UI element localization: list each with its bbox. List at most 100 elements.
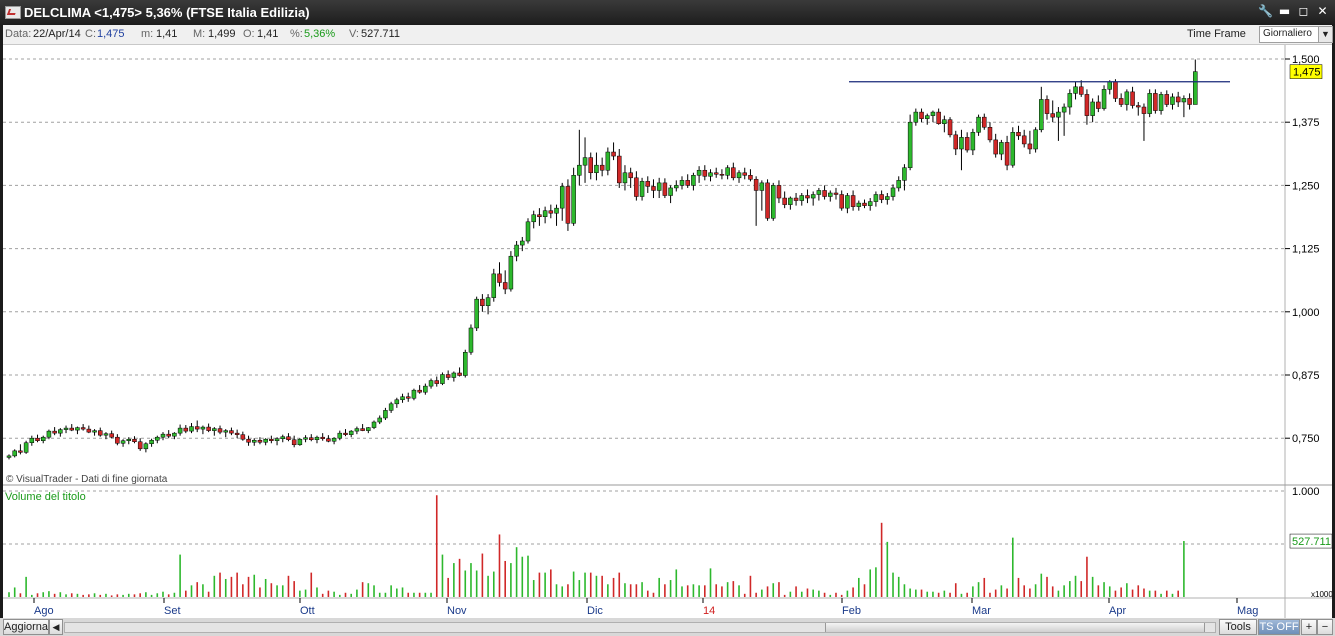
volume-bar	[584, 572, 586, 597]
candle-body	[1056, 111, 1061, 118]
candle-body	[251, 439, 257, 443]
volume-bar	[778, 582, 780, 597]
volume-bar	[943, 590, 946, 597]
candle-body	[970, 132, 976, 151]
volume-bar	[127, 593, 130, 597]
volume-bar	[589, 572, 592, 597]
volume-bar	[646, 590, 649, 597]
candle-body	[537, 214, 542, 217]
candle-body	[708, 172, 713, 177]
candle-body	[274, 438, 280, 441]
candle-body	[126, 438, 132, 441]
scroll-left-icon[interactable]: ◀	[49, 619, 63, 635]
candle-body	[873, 194, 879, 202]
window-title: DELCLIMA <1,475> 5,36% (FTSE Italia Edil…	[24, 5, 310, 20]
candle-body	[485, 297, 491, 306]
volume-bar	[532, 580, 535, 597]
x-axis-label: Mar	[972, 605, 991, 617]
zoom-out-button[interactable]: −	[1317, 619, 1333, 635]
volume-bar	[669, 580, 672, 597]
volume-bar	[82, 594, 84, 597]
volume-bar	[116, 594, 119, 597]
maximize-button[interactable]: ◻	[1295, 3, 1312, 20]
volume-bar	[361, 582, 364, 597]
candle-body	[212, 428, 217, 431]
volume-bar	[1017, 577, 1020, 597]
candle-body	[155, 436, 160, 441]
volume-bar	[652, 592, 655, 597]
candle-body	[565, 186, 571, 224]
candle-body	[200, 426, 206, 430]
candle-body	[291, 439, 297, 446]
volume-bar	[162, 591, 164, 597]
volume-bar	[550, 569, 552, 597]
volume-bar	[287, 575, 290, 597]
volume-bar	[378, 592, 381, 597]
candle-body	[75, 427, 80, 431]
candle-body	[611, 151, 616, 157]
volume-bar	[1171, 593, 1174, 597]
candle-body	[405, 396, 411, 399]
candle-body	[810, 194, 816, 199]
volume-bar	[31, 594, 33, 597]
candle-body	[622, 172, 628, 184]
candle-body	[371, 421, 377, 428]
volume-bar	[338, 594, 341, 597]
ts-toggle-button[interactable]: TS OFF	[1258, 619, 1300, 635]
volume-bar	[567, 584, 569, 597]
candle-body	[360, 428, 365, 431]
watermark: © VisualTrader - Dati di fine giornata	[6, 474, 168, 485]
tools-icon[interactable]: 🔧	[1257, 3, 1274, 20]
volume-bar	[504, 560, 506, 597]
volume-bar	[264, 578, 267, 597]
candle-body	[731, 167, 736, 179]
candle-body	[753, 179, 759, 191]
volume-bar	[453, 563, 455, 597]
volume-bar	[396, 588, 398, 597]
volume-bar	[447, 577, 449, 597]
volume-bar	[1046, 576, 1048, 597]
chart-area[interactable]: © VisualTrader - Dati di fine giornata V…	[3, 45, 1333, 618]
close-label: C:	[85, 28, 96, 40]
volume-bar	[972, 586, 974, 597]
volume-bar	[470, 563, 472, 597]
candle-body	[862, 202, 867, 206]
candle-body	[942, 119, 947, 124]
zoom-in-button[interactable]: +	[1301, 619, 1317, 635]
chevron-down-icon[interactable]: ▼	[1318, 27, 1332, 42]
volume-bar	[892, 572, 894, 597]
scrollbar-track[interactable]	[64, 622, 1216, 633]
volume-bar	[983, 577, 986, 597]
candle-body	[839, 194, 844, 209]
candle-body	[331, 437, 337, 442]
candle-body	[166, 433, 171, 437]
volume-bar	[681, 586, 683, 597]
volume-bar	[207, 591, 210, 597]
close-button[interactable]: ✕	[1314, 3, 1331, 20]
volume-bar	[93, 593, 96, 597]
volume-bar	[1057, 590, 1060, 597]
candle-body	[63, 427, 69, 430]
minimize-button[interactable]: ▬	[1276, 3, 1293, 20]
volume-bar	[852, 587, 854, 597]
volume-bar	[977, 582, 980, 597]
x-axis-label: Apr	[1109, 605, 1126, 617]
candle-body	[240, 434, 246, 440]
candle-body	[896, 180, 901, 189]
scrollbar-thumb[interactable]	[825, 623, 1205, 632]
timeframe-select[interactable]: Giornaliero ▼	[1259, 26, 1333, 43]
volume-bar	[299, 590, 301, 597]
candle-body	[160, 433, 166, 438]
price-volume-chart[interactable]: © VisualTrader - Dati di fine giornata V…	[3, 45, 1333, 618]
refresh-button[interactable]: Aggiorna	[3, 619, 49, 635]
candle-body	[257, 439, 263, 443]
tools-button[interactable]: Tools	[1219, 619, 1257, 635]
candle-body	[451, 372, 457, 378]
volume-bar	[458, 558, 461, 597]
volume-bar	[8, 592, 10, 597]
candle-body	[987, 127, 993, 141]
price-tick-label: 1,250	[1292, 180, 1320, 192]
candle-body	[1147, 93, 1152, 114]
volume-bar	[761, 589, 763, 597]
volume-bar	[766, 586, 769, 597]
